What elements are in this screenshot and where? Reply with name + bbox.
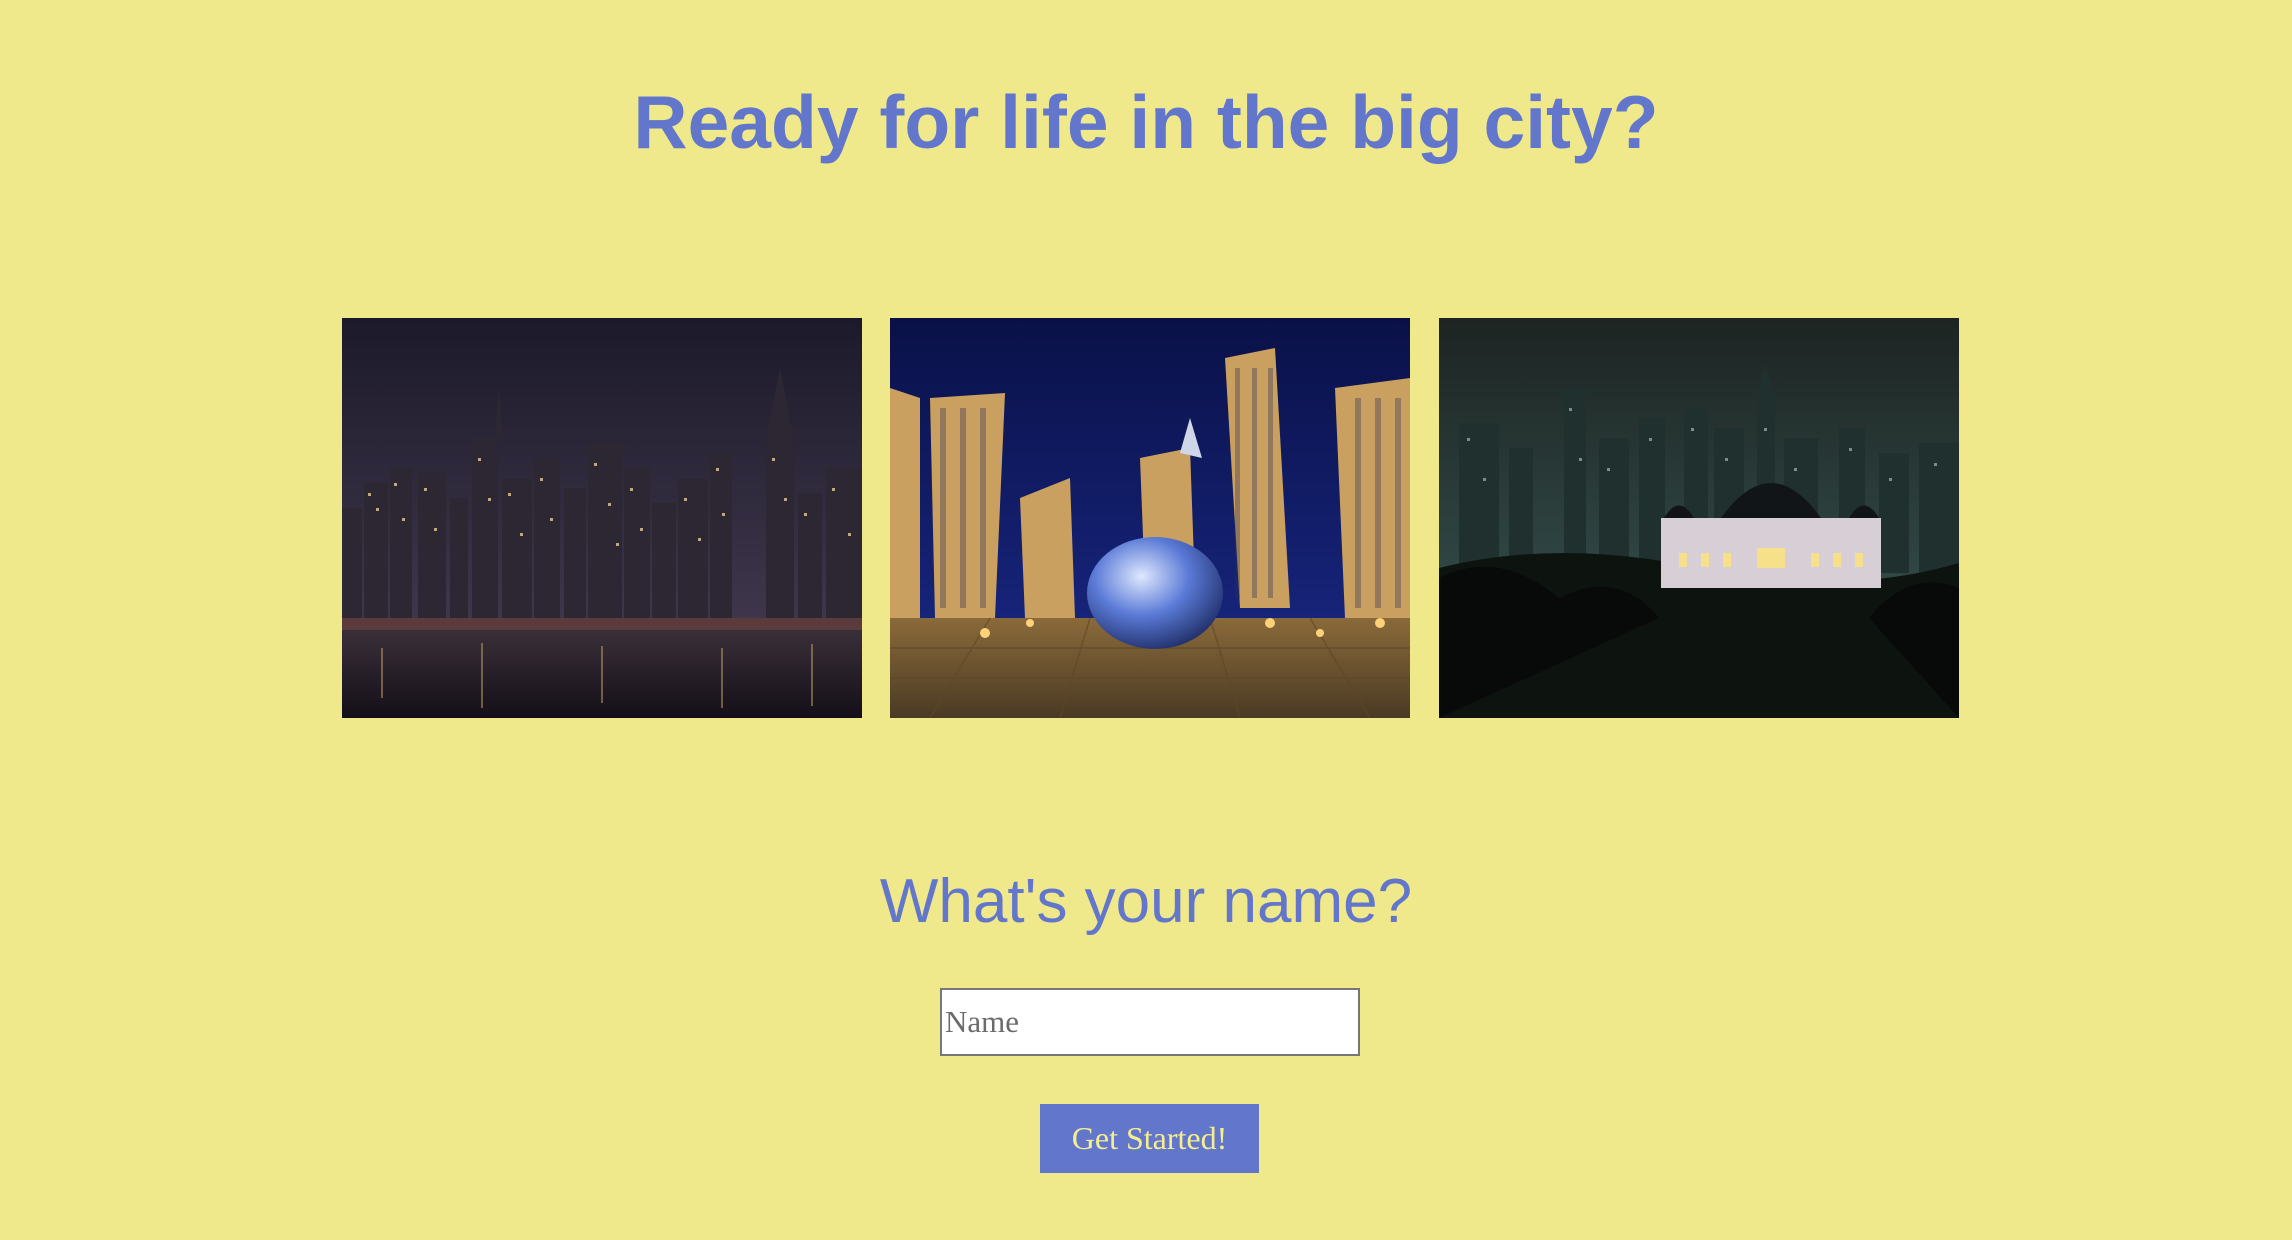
page-title: Ready for life in the big city? (633, 80, 1659, 164)
los-angeles-observatory-image (1439, 318, 1959, 718)
city-gallery (342, 318, 1959, 718)
name-input[interactable] (940, 988, 1360, 1056)
new-york-skyline-image (342, 318, 862, 718)
name-question: What's your name? (879, 867, 1413, 936)
chicago-bean-image (890, 318, 1410, 718)
get-started-button[interactable]: Get Started! (1040, 1104, 1259, 1173)
